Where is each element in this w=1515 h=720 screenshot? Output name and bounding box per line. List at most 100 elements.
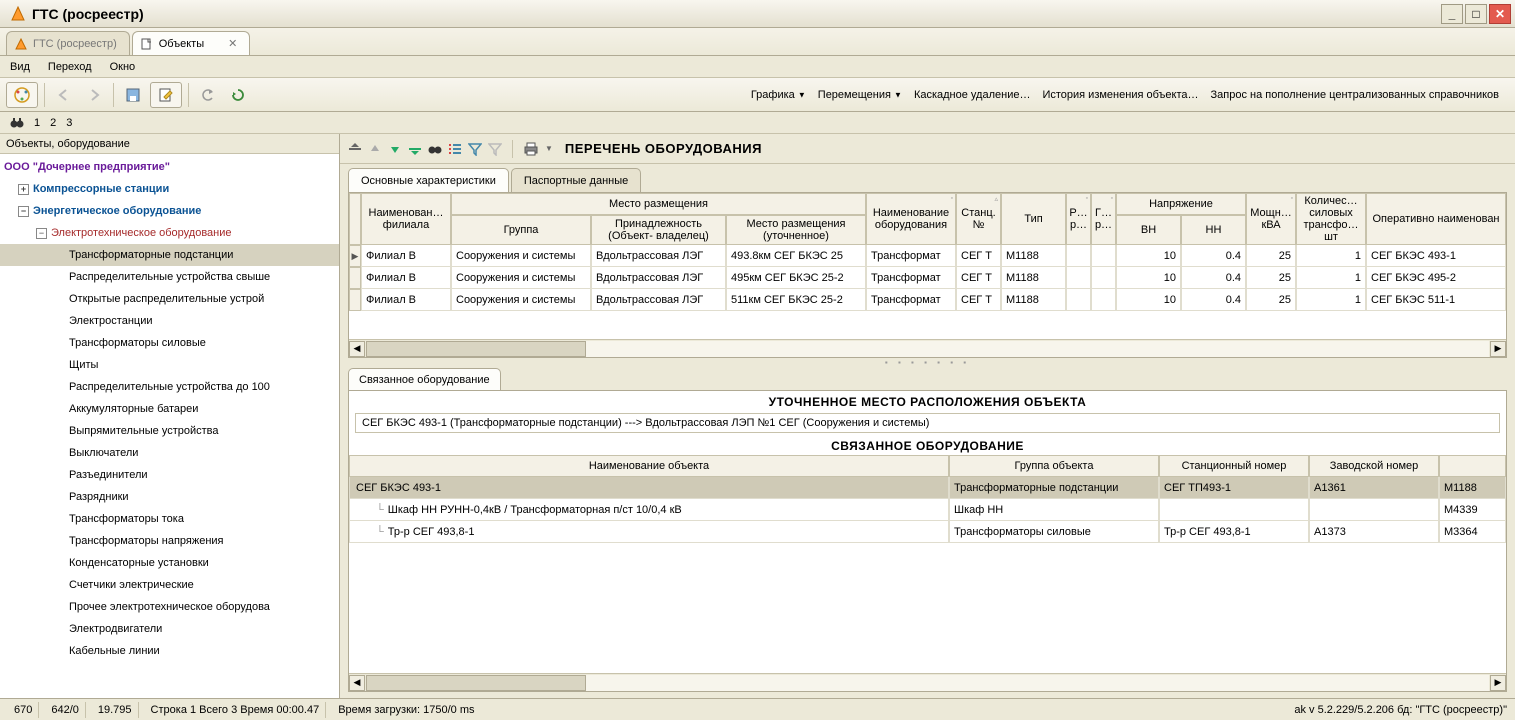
edit-button[interactable] [150,82,182,108]
menu-graphics[interactable]: Графика ▼ [751,89,806,101]
col-nn[interactable]: НН [1181,215,1246,245]
tree-org[interactable]: ООО "Дочернее предприятие" [0,156,339,178]
col-count[interactable]: Количес… силовых трансфо… шт [1296,193,1366,245]
filter-clear-icon[interactable] [488,142,502,156]
status-2: 642/0 [45,702,86,718]
tree-node[interactable]: −Энергетическое оборудование [0,200,339,222]
maximize-button[interactable]: □ [1465,4,1487,24]
tree-node[interactable]: Конденсаторные установки [0,552,339,574]
tree-node[interactable]: Трансформаторы напряжения [0,530,339,552]
expand-icon[interactable]: + [18,184,29,195]
quick-2[interactable]: 2 [50,117,56,129]
close-button[interactable]: ✕ [1489,4,1511,24]
tool-map-button[interactable] [6,82,38,108]
quick-1[interactable]: 1 [34,117,40,129]
grid-hscrollbar[interactable]: ◀ ▶ [349,339,1506,357]
collapse-all-icon[interactable] [348,142,362,156]
expand-icon[interactable]: − [18,206,29,217]
tree-node[interactable]: −Электротехническое оборудование [0,222,339,244]
tree-node[interactable]: +Компрессорные станции [0,178,339,200]
col-location[interactable]: Место размещения (уточненное) [726,215,866,245]
col-oper-name[interactable]: Оперативно наименован [1366,193,1506,245]
statusbar: 670 642/0 19.795 Строка 1 Всего 3 Время … [0,698,1515,720]
col-type[interactable]: Тип [1001,193,1066,245]
tree-node[interactable]: Распределительные устройства до 100 [0,376,339,398]
menu-movements[interactable]: Перемещения ▼ [818,89,902,101]
col-group[interactable]: Группа [451,215,591,245]
window-title: ГТС (росреестр) [32,6,1441,22]
tree-node[interactable]: Разъединители [0,464,339,486]
filter-icon[interactable] [468,142,482,156]
undo-button[interactable] [195,82,221,108]
nav-forward-button[interactable] [81,82,107,108]
nav-back-button[interactable] [51,82,77,108]
tree-node[interactable]: Открытые распределительные устрой [0,288,339,310]
tab-linked-equipment[interactable]: Связанное оборудование [348,368,501,390]
doc-tab-objects[interactable]: Объекты ✕ [132,31,251,55]
tree-node[interactable]: Электростанции [0,310,339,332]
find-icon[interactable] [428,143,442,155]
doc-tab-gts[interactable]: ГТС (росреестр) [6,31,130,55]
tree-node[interactable]: Трансформаторы силовые [0,332,339,354]
tree-node[interactable]: Аккумуляторные батареи [0,398,339,420]
col-vn[interactable]: ВН [1116,215,1181,245]
linked-hscrollbar[interactable]: ◀ ▶ [349,673,1506,691]
menu-request-refill[interactable]: Запрос на пополнение централизованных сп… [1211,89,1500,101]
expand-up-icon[interactable] [368,142,382,156]
col-ownership[interactable]: Принадлежность (Объект- владелец) [591,215,726,245]
refresh-button[interactable] [225,82,251,108]
table-row[interactable]: └Шкаф НН РУНН-0,4кВ / Трансформаторная п… [349,499,1506,521]
tree-node[interactable]: Щиты [0,354,339,376]
lcol-extra[interactable] [1439,455,1506,477]
tree-node[interactable]: Электродвигатели [0,618,339,640]
menu-cascade-delete[interactable]: Каскадное удаление… [914,89,1031,101]
tree-node[interactable]: Разрядники [0,486,339,508]
menu-view[interactable]: Вид [10,61,30,73]
col-location-group[interactable]: Место размещения [451,193,866,215]
menu-navigate[interactable]: Переход [48,61,92,73]
tree-node[interactable]: Выпрямительные устройства [0,420,339,442]
tree-node[interactable]: Трансформаторные подстанции [0,244,339,266]
app-icon [10,6,26,22]
object-tree[interactable]: ООО "Дочернее предприятие"+Компрессорные… [0,154,339,698]
tab-close-icon[interactable]: ✕ [228,37,237,50]
col-filial[interactable]: Наименован… филиала [361,193,451,245]
tree-node[interactable]: Счетчики электрические [0,574,339,596]
tree-node[interactable]: Трансформаторы тока [0,508,339,530]
menu-history[interactable]: История изменения объекта… [1042,89,1198,101]
expand-icon[interactable]: − [36,228,47,239]
lcol-name[interactable]: Наименование объекта [349,455,949,477]
table-row[interactable]: ▶Филиал ВСооружения и системыВдольтрассо… [349,245,1506,267]
save-button[interactable] [120,82,146,108]
col-voltage-group[interactable]: Напряжение [1116,193,1246,215]
table-row[interactable]: Филиал ВСооружения и системыВдольтрассов… [349,267,1506,289]
binoculars-icon[interactable] [10,117,24,129]
lcol-group[interactable]: Группа объекта [949,455,1159,477]
tree-label: Открытые распределительные устрой [69,293,264,305]
tree-node[interactable]: Распределительные устройства свыше [0,266,339,288]
splitter[interactable]: ▪ ▪ ▪ ▪ ▪ ▪ ▪ [340,358,1515,366]
tree-label: Аккумуляторные батареи [69,403,198,415]
lcol-stnum[interactable]: Станционный номер [1159,455,1309,477]
quick-3[interactable]: 3 [66,117,72,129]
tree-node[interactable]: Выключатели [0,442,339,464]
tree-node[interactable]: Прочее электротехническое оборудова [0,596,339,618]
menubar: Вид Переход Окно [0,56,1515,78]
expand-down-icon[interactable] [388,142,402,156]
expand-all-icon[interactable] [408,142,422,156]
print-icon[interactable] [523,142,539,156]
minimize-button[interactable]: _ [1441,4,1463,24]
table-row[interactable]: └Тр-р СЕГ 493,8-1Трансформаторы силовыеТ… [349,521,1506,543]
tree-node[interactable]: Кабельные линии [0,640,339,662]
table-row[interactable]: СЕГ БКЭС 493-1Трансформаторные подстанци… [349,477,1506,499]
list-icon[interactable] [448,142,462,156]
lcol-serial[interactable]: Заводской номер [1309,455,1439,477]
tree-label: Электротехническое оборудование [51,227,232,239]
subtab-main-props[interactable]: Основные характеристики [348,168,509,192]
status-row-info: Строка 1 Всего 3 Время 00:00.47 [145,702,327,718]
table-row[interactable]: Филиал ВСооружения и системыВдольтрассов… [349,289,1506,311]
tree-label: Счетчики электрические [69,579,194,591]
subtab-passport[interactable]: Паспортные данные [511,168,641,192]
menu-window[interactable]: Окно [110,61,136,73]
equipment-grid[interactable]: Наименован… филиала Место размещения Гру… [348,192,1507,358]
